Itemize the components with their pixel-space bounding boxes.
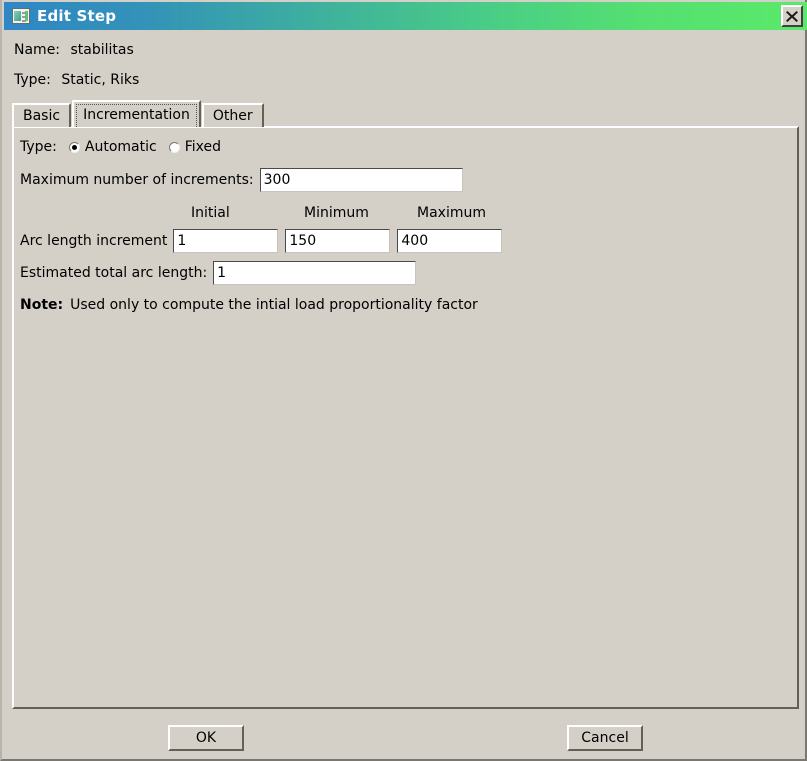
arc-length-initial-input[interactable]: 1 [173,229,279,253]
column-header-minimum: Minimum [304,205,369,221]
note-prefix-label: Note: [20,297,64,313]
radio-fixed[interactable] [168,141,180,153]
title-bar: Edit Step [4,2,807,30]
increment-type-row: Type: Automatic Fixed [20,139,221,155]
max-increments-input[interactable]: 300 [259,168,463,192]
tab-basic-label: Basic [23,108,61,124]
radio-automatic-label: Automatic [84,139,157,155]
increment-type-label: Type: [20,139,57,155]
cancel-button-label: Cancel [581,730,629,746]
ok-button[interactable]: OK [168,725,244,751]
arc-length-minimum-input[interactable]: 150 [285,229,391,253]
tab-incrementation-label: Incrementation [83,106,190,123]
step-type-label: Type: [14,72,51,88]
column-header-maximum: Maximum [417,205,486,221]
edit-step-dialog: Edit Step Name: stabilitas Type: Static,… [0,0,807,761]
max-increments-label: Maximum number of increments: [20,172,254,188]
step-name-value: stabilitas [70,42,134,58]
cancel-button[interactable]: Cancel [567,725,643,751]
arc-length-increment-row: Arc length increment 1 150 400 [20,229,503,253]
max-increments-row: Maximum number of increments: 300 [20,168,463,192]
estimated-total-arc-length-input[interactable]: 1 [213,261,417,285]
estimated-total-arc-length-row: Estimated total arc length: 1 [20,261,417,285]
window-title: Edit Step [37,7,117,25]
step-editor-icon [12,8,30,24]
step-name-row: Name: stabilitas [14,42,134,58]
tab-incrementation[interactable]: Incrementation [72,100,201,127]
radio-automatic[interactable] [68,141,80,153]
radio-fixed-label: Fixed [184,139,221,155]
step-name-label: Name: [14,42,61,58]
close-button[interactable] [781,5,803,27]
estimated-total-arc-length-label: Estimated total arc length: [20,265,208,281]
incrementation-panel: Type: Automatic Fixed Maximum number of … [12,126,799,709]
step-type-value: Static, Riks [61,72,140,88]
close-icon [786,11,798,22]
ok-button-label: OK [195,730,217,746]
column-header-initial: Initial [191,205,230,221]
tab-other[interactable]: Other [201,103,264,127]
tab-basic[interactable]: Basic [12,103,72,127]
note-text: Used only to compute the intial load pro… [70,297,478,313]
note-row: Note: Used only to compute the intial lo… [20,297,478,313]
step-type-row: Type: Static, Riks [14,72,139,88]
arc-length-increment-label: Arc length increment [20,233,168,249]
tab-other-label: Other [212,108,253,124]
tab-bar: Basic Incrementation Other [12,100,265,127]
arc-length-maximum-input[interactable]: 400 [397,229,503,253]
